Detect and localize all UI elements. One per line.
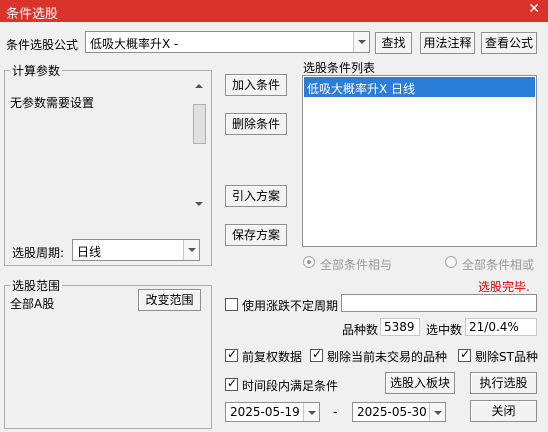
exclude-st-checkbox[interactable] [458, 347, 471, 362]
execute-button[interactable]: 执行选股 [470, 372, 537, 394]
chevron-down-icon[interactable] [303, 403, 319, 421]
save-plan-button[interactable]: 保存方案 [225, 224, 287, 246]
period-label: 选股周期: [12, 246, 65, 260]
time-range-checkbox[interactable] [225, 376, 238, 391]
to-block-button[interactable]: 选股入板块 [385, 372, 455, 394]
time-range-label: 时间段内满足条件 [242, 379, 339, 393]
params-scrollbar[interactable] [192, 82, 207, 210]
conditions-list[interactable]: 低吸大概率升X 日线 [302, 75, 537, 247]
formula-label: 条件选股公式 [6, 38, 79, 52]
start-date-picker[interactable]: 2025-05-19 [225, 402, 320, 422]
conditions-title: 选股条件列表 [303, 61, 376, 75]
exclude-untraded-checkbox[interactable] [310, 347, 323, 362]
count-value: 5389 [384, 320, 415, 334]
radio-and-label: 全部条件相与 [320, 258, 393, 272]
exclude-untraded-label: 剔除当前未交易的品种 [327, 350, 448, 364]
selected-box: 21/0.4% [465, 318, 537, 336]
condition-item-label: 低吸大概率升X 日线 [307, 82, 416, 96]
chevron-down-icon[interactable] [429, 403, 445, 421]
find-button[interactable]: 查找 [375, 32, 412, 54]
selected-label: 选中数 [426, 323, 463, 337]
view-formula-button[interactable]: 查看公式 [481, 32, 537, 54]
usage-notes-button[interactable]: 用法注释 [420, 32, 475, 54]
scroll-down-icon[interactable] [195, 202, 203, 206]
add-condition-button[interactable]: 加入条件 [225, 74, 287, 96]
scroll-up-icon[interactable] [195, 84, 203, 88]
params-group-title: 计算参数 [10, 62, 63, 79]
close-icon[interactable]: ✕ [528, 1, 540, 17]
period-select[interactable]: 日线 [72, 239, 200, 261]
range-group-title: 选股范围 [10, 277, 63, 294]
title-bar: 条件选股 ✕ [0, 0, 548, 22]
close-button[interactable]: 关闭 [470, 400, 537, 422]
adjust-checkbox[interactable] [225, 347, 238, 362]
scroll-thumb[interactable] [193, 104, 206, 144]
adjust-label: 前复权数据 [242, 350, 303, 364]
condition-item[interactable]: 低吸大概率升X 日线 [304, 77, 535, 97]
chevron-down-icon[interactable] [183, 240, 199, 260]
end-date-value: 2025-05-30 [357, 405, 427, 419]
range-value: 全部A股 [10, 297, 55, 311]
formula-select[interactable]: 低吸大概率升X - [85, 31, 370, 53]
status-text: 选股完毕. [478, 280, 530, 294]
variable-period-input[interactable] [341, 294, 537, 312]
chevron-down-icon[interactable] [353, 32, 369, 52]
radio-and[interactable] [303, 256, 315, 268]
period-value: 日线 [77, 245, 102, 259]
count-label: 品种数 [342, 323, 379, 337]
count-box: 5389 [380, 318, 420, 336]
change-range-button[interactable]: 改变范围 [138, 289, 201, 311]
window-title: 条件选股 [6, 7, 59, 22]
selected-value: 21/0.4% [469, 320, 519, 334]
radio-or[interactable] [445, 256, 457, 268]
exclude-st-label: 剔除ST品种 [475, 350, 538, 364]
variable-period-checkbox[interactable] [225, 298, 238, 311]
date-separator: - [333, 405, 338, 419]
start-date-value: 2025-05-19 [230, 405, 300, 419]
stock-screener-dialog: 条件选股 ✕ 条件选股公式 低吸大概率升X - 查找 用法注释 查看公式 计算参… [0, 0, 548, 432]
formula-value: 低吸大概率升X - [90, 37, 179, 51]
import-plan-button[interactable]: 引入方案 [225, 185, 287, 207]
end-date-picker[interactable]: 2025-05-30 [352, 402, 446, 422]
variable-period-label: 使用涨跌不定周期 [242, 299, 339, 313]
radio-or-label: 全部条件相或 [462, 258, 535, 272]
no-params-text: 无参数需要设置 [10, 96, 95, 110]
delete-condition-button[interactable]: 删除条件 [225, 113, 287, 135]
